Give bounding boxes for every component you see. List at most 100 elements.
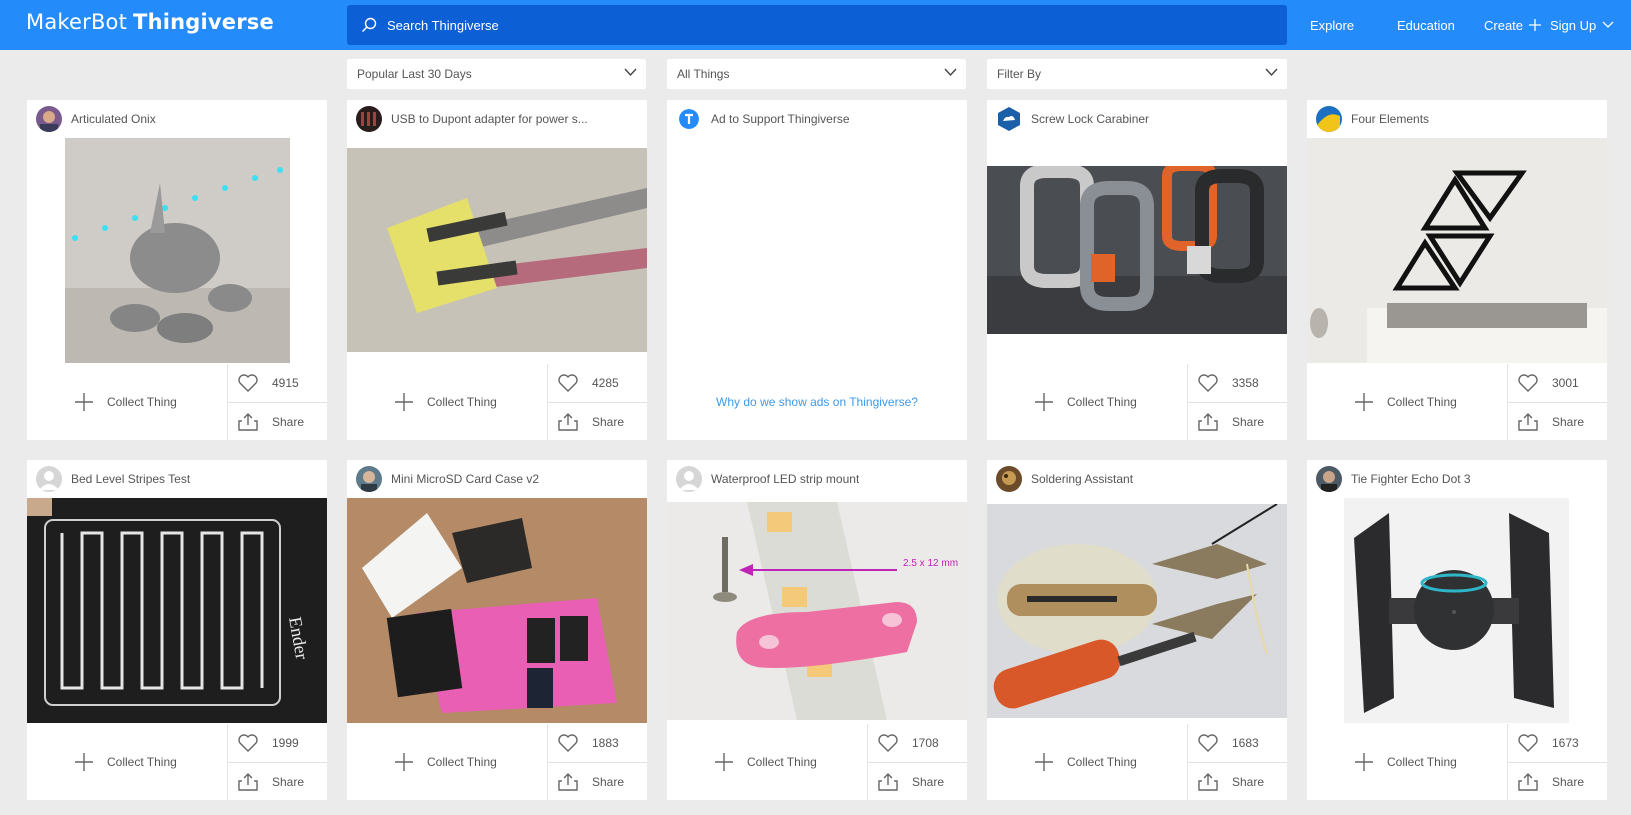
type-dropdown[interactable]: All Things [667, 59, 966, 89]
share-button[interactable]: Share [867, 763, 967, 800]
collect-thing-button[interactable]: Collect Thing [1307, 364, 1507, 440]
thing-card[interactable]: Mini MicroSD Card Case v2 Collect Thing … [347, 460, 647, 800]
search-bar[interactable] [347, 5, 1287, 45]
avatar[interactable] [996, 466, 1022, 492]
heart-icon [1198, 374, 1218, 392]
avatar[interactable] [1316, 466, 1342, 492]
thing-card[interactable]: Waterproof LED strip mount 2.5 x 12 mm C… [667, 460, 967, 800]
heart-icon [878, 734, 898, 752]
nav-signup[interactable]: Sign Up [1550, 0, 1614, 50]
nav-education[interactable]: Education [1397, 0, 1455, 50]
share-icon [238, 772, 258, 791]
thing-title[interactable]: Mini MicroSD Card Case v2 [391, 472, 539, 486]
thing-thumbnail[interactable] [987, 166, 1287, 334]
card-header[interactable]: Four Elements [1307, 100, 1607, 138]
share-button[interactable]: Share [1507, 403, 1607, 440]
collect-thing-button[interactable]: Collect Thing [987, 724, 1187, 800]
like-button[interactable]: 4915 [227, 364, 327, 403]
like-button[interactable]: 1708 [867, 724, 967, 763]
plus-icon [395, 753, 413, 771]
like-button[interactable]: 4285 [547, 364, 647, 403]
thing-card[interactable]: Soldering Assistant Collect Thing 1683 S… [987, 460, 1287, 800]
chevron-down-icon [1265, 68, 1278, 77]
thing-title[interactable]: Articulated Onix [71, 112, 156, 126]
share-button[interactable]: Share [547, 763, 647, 800]
like-count: 4915 [272, 376, 299, 390]
thing-thumbnail[interactable] [987, 504, 1287, 718]
thing-title[interactable]: USB to Dupont adapter for power s... [391, 112, 588, 126]
card-header[interactable]: Bed Level Stripes Test [27, 460, 327, 498]
thing-thumbnail[interactable]: 2.5 x 12 mm [667, 502, 967, 720]
card-header[interactable]: Tie Fighter Echo Dot 3 [1307, 460, 1607, 498]
avatar[interactable] [996, 106, 1022, 132]
thing-card[interactable]: Four Elements Collect Thing 3001 Share [1307, 100, 1607, 440]
plus-icon [1035, 393, 1053, 411]
avatar[interactable] [36, 106, 62, 132]
heart-icon [238, 734, 258, 752]
share-button[interactable]: Share [1187, 403, 1287, 440]
thing-thumbnail[interactable] [347, 148, 647, 352]
thing-title[interactable]: Four Elements [1351, 112, 1429, 126]
sort-dropdown[interactable]: Popular Last 30 Days [347, 59, 646, 89]
card-header[interactable]: Soldering Assistant [987, 460, 1287, 498]
thing-card[interactable]: Tie Fighter Echo Dot 3 Collect Thing 167… [1307, 460, 1607, 800]
collect-thing-button[interactable]: Collect Thing [987, 364, 1187, 440]
thing-thumbnail[interactable] [1344, 498, 1569, 723]
like-button[interactable]: 1883 [547, 724, 647, 763]
share-button[interactable]: Share [547, 403, 647, 440]
collect-thing-button[interactable]: Collect Thing [347, 724, 547, 800]
thing-thumbnail[interactable] [65, 138, 290, 363]
like-button[interactable]: 1999 [227, 724, 327, 763]
heart-icon [1518, 374, 1538, 392]
thing-card[interactable]: Screw Lock Carabiner Collect Thing 3358 … [987, 100, 1287, 440]
makerbot-thingiverse-logo[interactable]: MakerBot Thingiverse [26, 10, 274, 34]
thing-card[interactable]: Articulated Onix Collect Thing 4915 Shar… [27, 100, 327, 440]
thing-card[interactable]: Bed Level Stripes Test Ender Collect Thi… [27, 460, 327, 800]
nav-explore[interactable]: Explore [1310, 0, 1354, 50]
share-button[interactable]: Share [227, 403, 327, 440]
like-button[interactable]: 3001 [1507, 364, 1607, 403]
thing-title[interactable]: Screw Lock Carabiner [1031, 112, 1149, 126]
avatar[interactable] [36, 466, 62, 492]
top-navbar: MakerBotThingiverse Explore Education Cr… [0, 0, 1631, 50]
heart-icon [558, 734, 578, 752]
thing-thumbnail[interactable] [1307, 138, 1607, 363]
card-header[interactable]: Mini MicroSD Card Case v2 [347, 460, 647, 498]
card-header[interactable]: Screw Lock Carabiner [987, 100, 1287, 138]
card-header[interactable]: USB to Dupont adapter for power s... [347, 100, 647, 138]
avatar[interactable] [356, 466, 382, 492]
chevron-down-icon [1602, 21, 1614, 28]
like-button[interactable]: 1673 [1507, 724, 1607, 763]
ad-card: Ad to Support Thingiverse Why do we show… [667, 100, 967, 440]
card-header[interactable]: Articulated Onix [27, 100, 327, 138]
plus-icon [715, 753, 733, 771]
share-icon [238, 412, 258, 431]
like-button[interactable]: 3358 [1187, 364, 1287, 403]
share-button[interactable]: Share [1187, 763, 1287, 800]
search-input[interactable] [387, 17, 1287, 33]
thing-title[interactable]: Bed Level Stripes Test [71, 472, 190, 486]
avatar[interactable] [676, 466, 702, 492]
thing-thumbnail[interactable]: Ender [27, 498, 327, 723]
thing-title[interactable]: Soldering Assistant [1031, 472, 1133, 486]
ad-info-link[interactable]: Why do we show ads on Thingiverse? [667, 395, 967, 409]
collect-thing-button[interactable]: Collect Thing [27, 364, 227, 440]
collect-thing-button[interactable]: Collect Thing [667, 724, 867, 800]
card-header[interactable]: Waterproof LED strip mount [667, 460, 967, 498]
avatar[interactable] [356, 106, 382, 132]
collect-thing-button[interactable]: Collect Thing [27, 724, 227, 800]
collect-thing-button[interactable]: Collect Thing [1307, 724, 1507, 800]
like-button[interactable]: 1683 [1187, 724, 1287, 763]
filter-by-dropdown[interactable]: Filter By [987, 59, 1287, 89]
collect-thing-button[interactable]: Collect Thing [347, 364, 547, 440]
avatar[interactable] [1316, 106, 1342, 132]
thing-title[interactable]: Waterproof LED strip mount [711, 472, 859, 486]
like-count: 3001 [1552, 376, 1579, 390]
thing-title[interactable]: Tie Fighter Echo Dot 3 [1351, 472, 1471, 486]
share-button[interactable]: Share [227, 763, 327, 800]
thing-thumbnail[interactable] [347, 498, 647, 723]
chevron-down-icon [624, 68, 637, 77]
share-button[interactable]: Share [1507, 763, 1607, 800]
nav-create[interactable]: Create [1484, 0, 1542, 50]
thing-card[interactable]: USB to Dupont adapter for power s... Col… [347, 100, 647, 440]
